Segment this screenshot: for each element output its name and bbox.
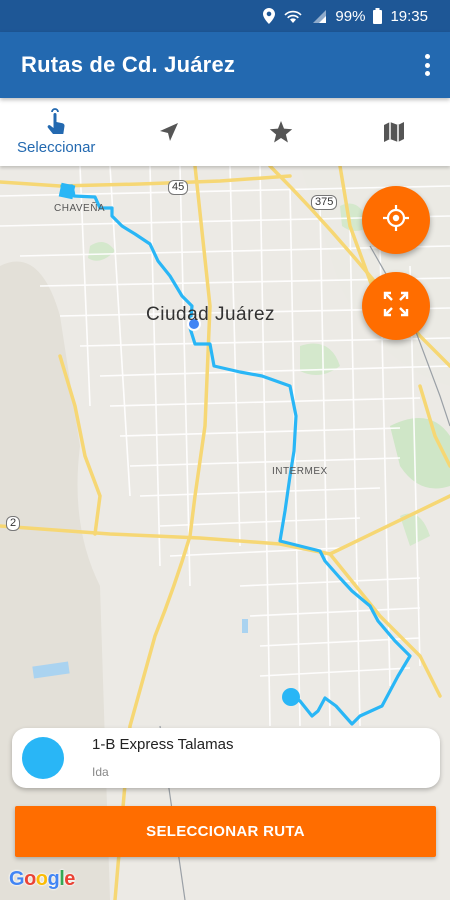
map-label-chavena: CHAVEÑA xyxy=(54,203,106,214)
fit-route-button[interactable] xyxy=(362,272,430,340)
battery-percent: 99% xyxy=(335,7,366,25)
battery-icon xyxy=(373,8,383,24)
expand-icon xyxy=(383,291,409,322)
map-icon xyxy=(383,121,405,143)
star-icon xyxy=(269,120,293,144)
route-end-marker xyxy=(282,688,300,706)
app-bar: Rutas de Cd. Juárez xyxy=(0,32,450,98)
map-label-intermex: INTERMEX xyxy=(272,466,328,477)
app-title: Rutas de Cd. Juárez xyxy=(21,52,236,77)
wifi-icon xyxy=(283,9,303,24)
route-start-marker xyxy=(58,182,76,200)
route-color-dot xyxy=(22,737,64,779)
crosshair-icon xyxy=(382,204,410,237)
highway-shield-375: 375 xyxy=(311,195,338,210)
route-name: 1-B Express Talamas xyxy=(92,736,234,753)
route-card[interactable]: 1-B Express Talamas Ida xyxy=(12,728,440,788)
navigation-arrow-icon xyxy=(158,121,180,143)
tab-select[interactable]: Seleccionar xyxy=(0,98,113,166)
map-label-city: Ciudad Juárez xyxy=(146,304,276,325)
tab-bar: Seleccionar xyxy=(0,98,450,166)
signal-icon xyxy=(311,9,327,24)
clock: 19:35 xyxy=(390,7,428,25)
status-bar: 99% 19:35 xyxy=(0,0,450,32)
highway-shield-45: 45 xyxy=(168,180,189,195)
tab-select-label: Seleccionar xyxy=(17,139,96,156)
overflow-menu-icon[interactable] xyxy=(418,52,436,78)
tab-navigate[interactable] xyxy=(113,98,226,166)
location-icon xyxy=(263,8,276,24)
google-logo: Google xyxy=(9,868,75,890)
select-route-button[interactable]: SELECCIONAR RUTA xyxy=(15,806,436,857)
tab-favorites[interactable] xyxy=(225,98,338,166)
tab-map[interactable] xyxy=(338,98,450,166)
map-view[interactable]: CHAVEÑA Ciudad Juárez INTERMEX 45 375 2 xyxy=(0,166,450,900)
route-direction: Ida xyxy=(92,765,109,779)
tap-hand-icon xyxy=(44,108,68,136)
my-location-button[interactable] xyxy=(362,186,430,254)
highway-shield-2: 2 xyxy=(6,516,21,531)
